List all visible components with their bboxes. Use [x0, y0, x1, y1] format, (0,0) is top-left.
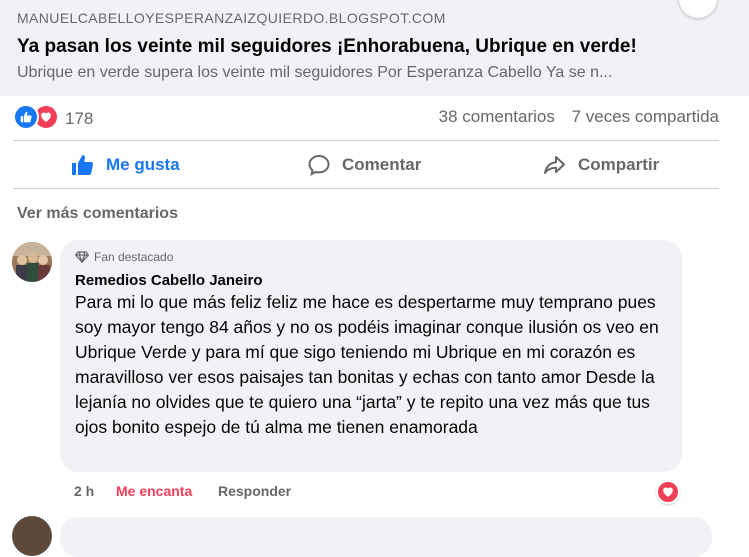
link-description: Ubrique en verde supera los veinte mil s…: [17, 64, 613, 81]
reaction-count: 178: [65, 109, 94, 128]
link-preview[interactable]: MANUELCABELLOYESPERANZAIZQUIERDO.BLOGSPO…: [0, 0, 749, 96]
like-icon: [13, 104, 39, 130]
diamond-icon: [75, 251, 89, 263]
share-label: Compartir: [578, 155, 660, 174]
top-fan-badge: Fan destacado: [75, 250, 173, 264]
share-button[interactable]: Compartir: [540, 148, 659, 182]
share-icon: [544, 156, 565, 174]
comment-bubble: [60, 517, 712, 557]
badge-label: Fan destacado: [94, 250, 174, 264]
divider: [13, 188, 719, 189]
reply-button[interactable]: Responder: [218, 483, 291, 499]
post-stats: 38 comentarios 7 veces compartida: [439, 107, 719, 127]
like-button[interactable]: Me gusta: [70, 148, 180, 182]
comment-icon: [308, 154, 330, 176]
comment-text: Para mi lo que más feliz feliz me hace e…: [75, 292, 659, 437]
love-reaction-button[interactable]: Me encanta: [116, 483, 192, 499]
link-title[interactable]: Ya pasan los veinte mil seguidores ¡Enho…: [17, 36, 637, 58]
comment-love-icon[interactable]: [656, 480, 680, 504]
comment-bubble: Fan destacado Remedios Cabello Janeiro P…: [60, 240, 682, 472]
comments-count[interactable]: 38 comentarios: [439, 107, 555, 126]
link-domain: MANUELCABELLOYESPERANZAIZQUIERDO.BLOGSPO…: [17, 10, 446, 26]
divider: [13, 140, 719, 141]
shares-count[interactable]: 7 veces compartida: [572, 107, 719, 126]
thumbs-up-icon: [72, 155, 94, 175]
comment-button[interactable]: Comentar: [306, 148, 421, 182]
comment-label: Comentar: [342, 155, 422, 174]
avatar[interactable]: [12, 516, 52, 556]
more-options-button[interactable]: [679, 0, 717, 18]
like-label: Me gusta: [106, 155, 180, 174]
see-more-comments-link[interactable]: Ver más comentarios: [17, 205, 178, 223]
avatar[interactable]: [12, 242, 52, 282]
comment-author[interactable]: Remedios Cabello Janeiro: [75, 272, 263, 289]
comment-timestamp[interactable]: 2 h: [74, 483, 94, 499]
